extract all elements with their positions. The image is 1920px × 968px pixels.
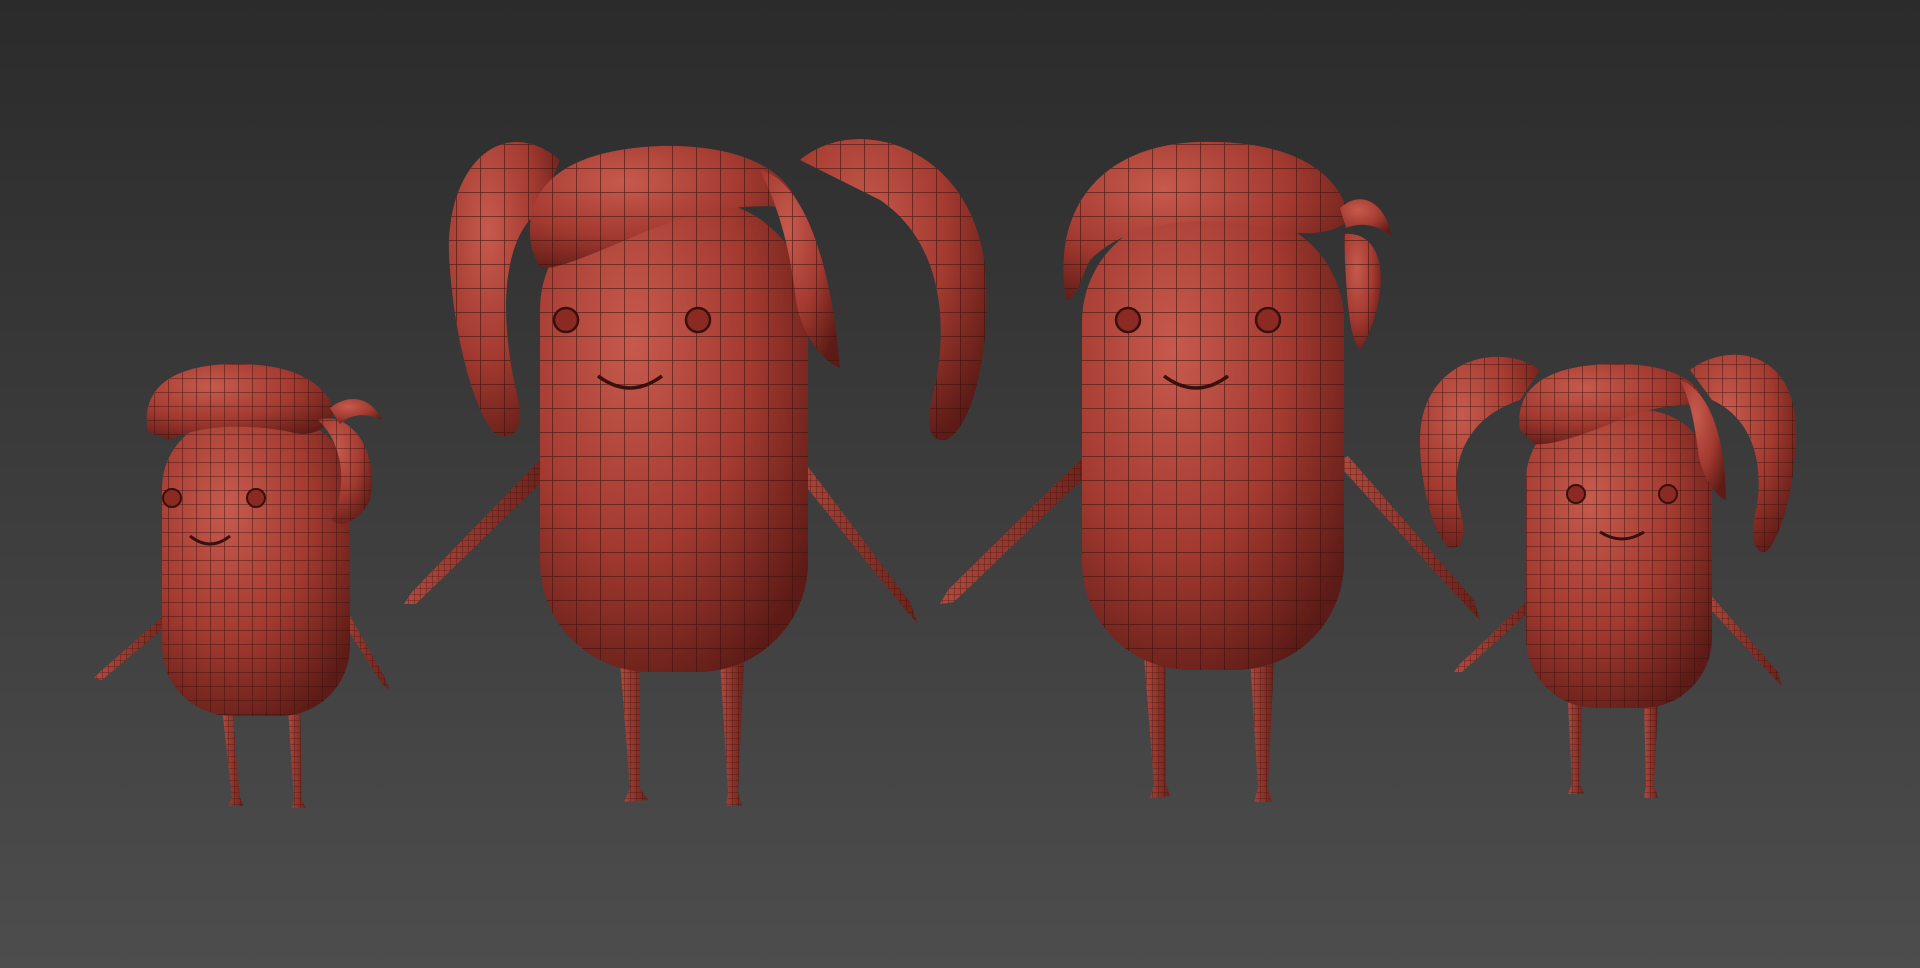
render-canvas — [0, 0, 1920, 968]
body — [1082, 214, 1344, 670]
left-eye — [1566, 484, 1586, 504]
right-eye — [684, 306, 712, 334]
right-eye — [1658, 484, 1678, 504]
right-eye — [1254, 306, 1282, 334]
left-eye — [162, 488, 182, 508]
left-eye — [1114, 306, 1142, 334]
left-eye — [552, 306, 580, 334]
body — [540, 200, 808, 672]
right-eye — [246, 488, 266, 508]
body — [1526, 410, 1712, 708]
3d-viewport[interactable] — [0, 0, 1920, 968]
body — [162, 418, 350, 716]
